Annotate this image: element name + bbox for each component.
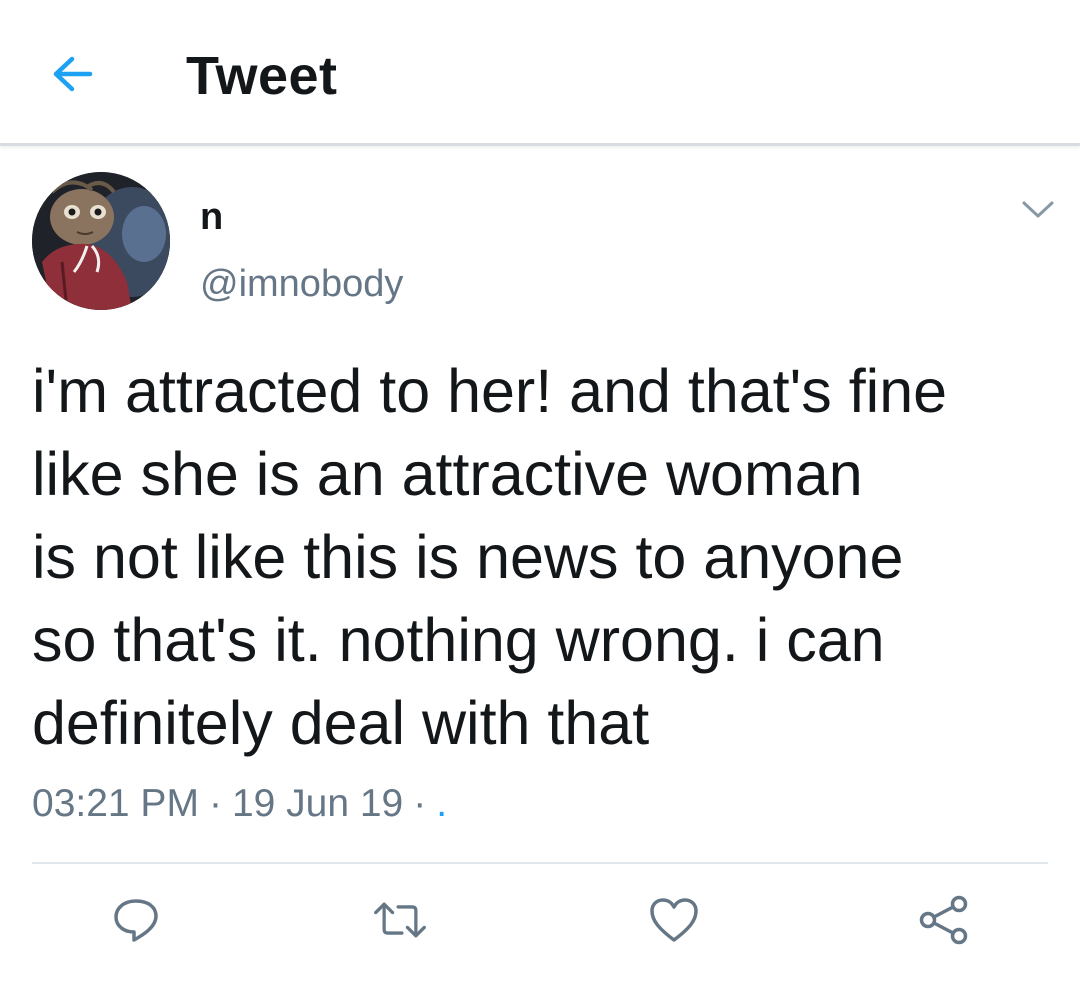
tweet-time: 03:21 PM [32, 782, 199, 825]
retweet-button[interactable] [372, 892, 428, 948]
tweet-source-link[interactable]: . [436, 782, 447, 825]
tweet-date: 19 Jun 19 [231, 782, 404, 825]
reply-icon [114, 899, 158, 942]
divider [32, 862, 1048, 864]
share-icon [919, 895, 968, 945]
meta-separator: · [413, 782, 427, 825]
chevron-down-icon [1022, 201, 1054, 218]
tweet-body: i'm attracted to her! and that's fine li… [32, 357, 948, 757]
reply-button[interactable] [108, 892, 164, 948]
top-bar: Tweet [0, 0, 1080, 146]
like-icon [650, 898, 698, 942]
author-handle[interactable]: @imnobody [200, 260, 403, 308]
author-display-name[interactable]: n [200, 194, 223, 240]
avatar[interactable] [32, 172, 170, 310]
meta-separator: · [208, 782, 222, 825]
arrow-left-icon [53, 56, 93, 92]
avatar-image [32, 172, 170, 310]
tweet-options-button[interactable] [1018, 194, 1058, 224]
page-title: Tweet [186, 46, 338, 106]
tweet-metadata: 03:21 PM · 19 Jun 19 ·. [32, 778, 447, 830]
back-button[interactable] [44, 46, 100, 102]
share-button[interactable] [916, 892, 972, 948]
retweet-icon [374, 902, 426, 938]
like-button[interactable] [646, 892, 702, 948]
